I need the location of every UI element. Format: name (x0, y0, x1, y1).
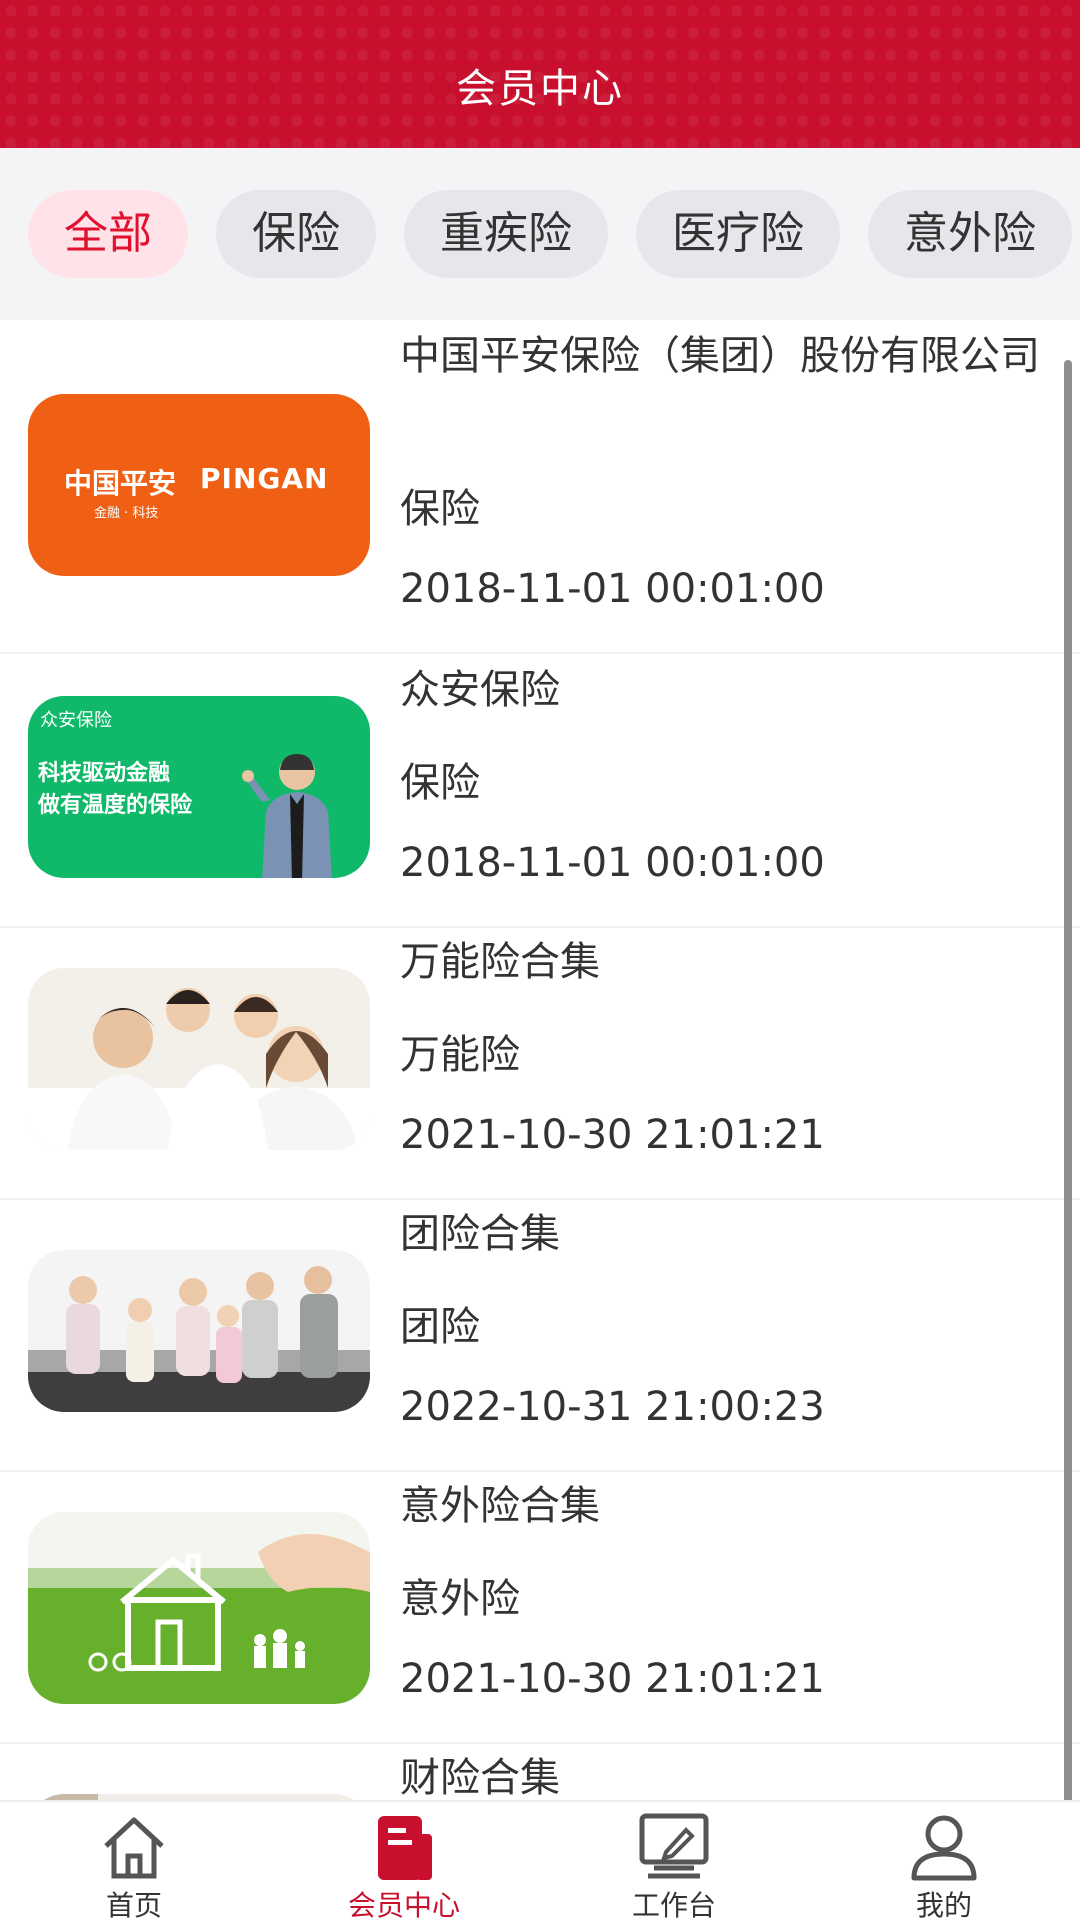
scrollbar[interactable] (1064, 360, 1072, 1800)
item-title: 财险合集 (400, 1755, 560, 1800)
nav-workbench[interactable]: 工作台 (574, 1802, 774, 1920)
item-category: 保险 (400, 486, 480, 532)
brand-text: 众安保险 (40, 710, 112, 731)
pingan-logo-image: 中国平安 PINGAN 金融 · 科技 (28, 394, 370, 576)
bottom-nav: 首页 会员中心 工作台 我的 (0, 1800, 1080, 1920)
product-list: 中国平安 PINGAN 金融 · 科技 中国平安保险（集团）股份有限公司 保险 … (0, 320, 1080, 1800)
house-grass-photo (28, 1512, 370, 1704)
item-info: 万能险合集 万能险 2021-10-30 21:01:21 (400, 926, 1060, 1198)
home-icon (104, 1817, 164, 1879)
item-category: 保险 (400, 760, 480, 806)
nav-workbench-label: 工作台 (631, 1889, 716, 1920)
item-info: 意外险合集 意外险 2021-10-30 21:01:21 (400, 1470, 1060, 1742)
item-title: 万能险合集 (400, 939, 600, 985)
spokesperson-image (242, 754, 332, 878)
zhongan-banner-image: 众安保险 科技驱动金融 做有温度的保险 (28, 696, 370, 878)
item-info: 众安保险 保险 2018-11-01 00:01:00 (400, 654, 1060, 926)
nav-member-center[interactable]: 会员中心 (304, 1802, 504, 1920)
tab-critical-illness[interactable]: 重疾险 (404, 190, 608, 278)
user-icon (911, 1815, 977, 1881)
slogan-line: 做有温度的保险 (38, 793, 193, 818)
item-title: 团险合集 (400, 1211, 560, 1257)
item-category: 万能险 (400, 1032, 520, 1078)
slogan-text: 科技驱动金融 做有温度的保险 (38, 758, 192, 822)
item-date: 2022-10-31 21:00:23 (400, 1384, 825, 1430)
group-family-photo-image (28, 1250, 370, 1412)
item-title: 中国平安保险（集团）股份有限公司 (400, 333, 1040, 379)
page-title: 会员中心 (456, 66, 624, 112)
tab-medical[interactable]: 医疗险 (636, 190, 840, 278)
member-center-screen: 会员中心 全部 保险 重疾险 医疗险 意外险 中国平安 PINGAN 金融 · … (0, 0, 1080, 1920)
list-item[interactable]: 意外险合集 意外险 2021-10-30 21:01:21 (0, 1470, 1080, 1744)
family-photo (28, 968, 370, 1150)
list-item[interactable]: 团险合集 团险 2022-10-31 21:00:23 (0, 1198, 1080, 1472)
nav-mine-label: 我的 (915, 1889, 972, 1920)
item-title: 意外险合集 (400, 1483, 600, 1529)
header-bar: 会员中心 (0, 0, 1080, 148)
list-item[interactable]: 财险合集 (0, 1742, 1080, 1800)
item-date: 2021-10-30 21:01:21 (400, 1656, 825, 1702)
tab-insurance[interactable]: 保险 (216, 190, 376, 278)
tab-all[interactable]: 全部 (28, 190, 188, 278)
nav-mine[interactable]: 我的 (844, 1802, 1044, 1920)
item-info: 团险合集 团险 2022-10-31 21:00:23 (400, 1198, 1060, 1470)
logo-text: 中国平安 (64, 467, 177, 500)
nav-home-label: 首页 (105, 1889, 162, 1920)
category-tabs: 全部 保险 重疾险 医疗险 意外险 (0, 148, 1080, 320)
item-category: 意外险 (400, 1576, 520, 1622)
house-grass-image (28, 1512, 370, 1704)
item-category: 团险 (400, 1304, 480, 1350)
tab-accident[interactable]: 意外险 (868, 190, 1072, 278)
item-info: 中国平安保险（集团）股份有限公司 保险 2018-11-01 00:01:00 (400, 320, 1060, 652)
list-item[interactable]: 众安保险 科技驱动金融 做有温度的保险 众安保险 保险 2018-11-01 0 (0, 654, 1080, 928)
item-date: 2018-11-01 00:01:00 (400, 840, 825, 886)
item-title: 众安保险 (400, 667, 560, 713)
list-item[interactable]: 中国平安 PINGAN 金融 · 科技 中国平安保险（集团）股份有限公司 保险 … (0, 320, 1080, 654)
family-photo-image (28, 968, 370, 1150)
group-family-photo (28, 1250, 370, 1412)
slogan-line: 科技驱动金融 (38, 761, 171, 786)
nav-member-center-label: 会员中心 (347, 1889, 460, 1920)
workbench-icon (639, 1813, 709, 1879)
list-item[interactable]: 万能险合集 万能险 2021-10-30 21:01:21 (0, 926, 1080, 1200)
member-center-icon (378, 1816, 432, 1880)
logo-text: PINGAN (200, 462, 329, 495)
item-date: 2021-10-30 21:01:21 (400, 1112, 825, 1158)
nav-home[interactable]: 首页 (34, 1802, 234, 1920)
item-date: 2018-11-01 00:01:00 (400, 566, 825, 612)
item-info: 财险合集 (400, 1742, 1060, 1800)
logo-subtext: 金融 · 科技 (94, 506, 159, 521)
